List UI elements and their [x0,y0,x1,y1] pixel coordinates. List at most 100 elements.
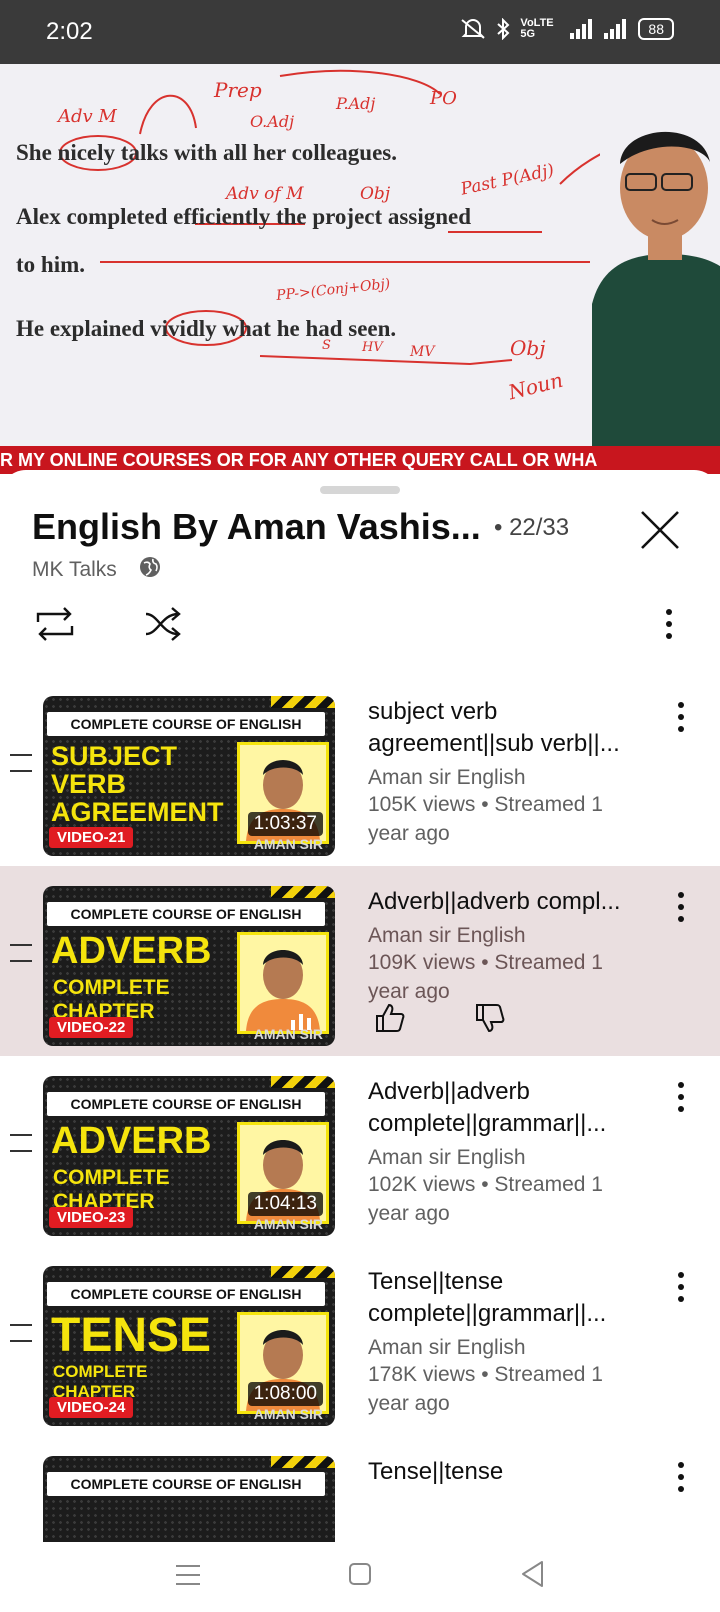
item-menu-icon[interactable] [676,700,686,736]
board-line-1: She nicely talks with all her colleagues… [16,140,397,165]
playlist-item[interactable]: COMPLETE COURSE OF ENGLISH ADVERB COMPLE… [0,1056,720,1246]
annotation: Obj [360,184,391,204]
thumb-topic: ADVERB [51,930,212,972]
bluetooth-icon [497,18,510,40]
hazard-stripe [271,886,335,898]
reorder-handle-icon[interactable] [10,944,32,962]
hazard-stripe [271,1266,335,1278]
playlist-item[interactable]: COMPLETE COURSE OF ENGLISH SUBJECT VERB … [0,676,720,866]
hazard-stripe [271,1076,335,1088]
close-icon[interactable] [638,508,682,552]
annotation: HV [362,340,383,355]
network-label: VoLTE 5G [520,17,554,40]
video-stats: 109K views • Streamed 1 year ago [368,951,603,1003]
video-channel: Aman sir English [368,1336,526,1359]
video-duration: 1:08:00 [247,1382,323,1406]
thumb-banner: COMPLETE COURSE OF ENGLISH [47,712,325,736]
annotation: O.Adj [250,112,295,131]
video-thumbnail[interactable]: COMPLETE COURSE OF ENGLISH [43,1456,335,1542]
thumb-subtitle: COMPLETE CHAPTER [53,1362,148,1401]
mute-icon [461,19,486,39]
presenter-photo [237,932,329,1034]
item-menu-icon[interactable] [676,1460,686,1496]
video-channel: Aman sir English [368,766,526,789]
thumb-banner: COMPLETE COURSE OF ENGLISH [47,1282,325,1306]
item-menu-icon[interactable] [676,1270,686,1306]
video-thumbnail[interactable]: COMPLETE COURSE OF ENGLISH TENSE COMPLET… [43,1266,335,1426]
video-meta: Adverb||adverb compl... Aman sir English… [368,886,648,1006]
board-line-4: He explained vividly what he had seen. [16,316,397,341]
loop-icon[interactable] [32,604,78,644]
battery-indicator: 88 [638,18,674,40]
playlist-item[interactable]: COMPLETE COURSE OF ENGLISH Tense||tense [0,1436,720,1542]
video-stats: 178K views • Streamed 1 year ago [368,1363,603,1415]
video-title[interactable]: Adverb||adverb complete||grammar||... [368,1076,648,1140]
thumb-brand: AMAN SIR [253,1216,323,1232]
board-line-2: Alex completed efficiently the project a… [16,204,472,229]
signal-icon-2 [604,19,627,39]
hazard-stripe [271,1456,335,1468]
thumb-banner: COMPLETE COURSE OF ENGLISH [47,902,325,926]
video-tag: VIDEO-21 [49,827,134,848]
thumb-brand: AMAN SIR [253,1406,323,1422]
playlist-item-current[interactable]: COMPLETE COURSE OF ENGLISH ADVERB COMPLE… [0,866,720,1056]
video-tag: VIDEO-23 [49,1207,134,1228]
recent-apps-icon[interactable] [176,1564,200,1586]
thumb-topic: ADVERB [51,1120,212,1162]
hazard-stripe [271,696,335,708]
video-duration: 1:04:13 [247,1192,323,1216]
video-meta: Adverb||adverb complete||grammar||... Am… [368,1076,648,1228]
thumb-topic: SUBJECT VERB AGREEMENT [51,741,224,827]
playlist-position: • 22/33 [494,514,570,541]
now-playing-icon [291,1014,311,1030]
video-tag: VIDEO-22 [49,1017,134,1038]
video-meta: subject verb agreement||sub verb||... Am… [368,696,648,848]
shuffle-icon[interactable] [144,604,186,644]
video-meta: Tense||tense complete||grammar||... Aman… [368,1266,648,1418]
globe-icon [140,557,160,577]
video-stats: 105K views • Streamed 1 year ago [368,793,603,845]
thumb-brand: AMAN SIR [253,1026,323,1042]
signal-icon-1 [570,19,593,39]
annotation: P.Adj [336,94,376,113]
board-line-3: to him. [16,252,85,277]
video-stats: 102K views • Streamed 1 year ago [368,1173,603,1225]
reorder-handle-icon[interactable] [10,1134,32,1152]
video-tag: VIDEO-24 [49,1397,134,1418]
annotation: PO [430,88,457,109]
drag-handle[interactable] [320,486,400,494]
annotation: Prep [214,78,262,102]
video-thumbnail[interactable]: COMPLETE COURSE OF ENGLISH SUBJECT VERB … [43,696,335,856]
video-duration: 1:03:37 [247,812,323,836]
annotation: Adv of M [226,184,304,204]
back-icon[interactable] [520,1560,544,1588]
video-channel: Aman sir English [368,1146,526,1169]
thumb-banner: COMPLETE COURSE OF ENGLISH [47,1472,325,1496]
thumb-topic: TENSE [51,1309,212,1362]
video-thumbnail[interactable]: COMPLETE COURSE OF ENGLISH ADVERB COMPLE… [43,1076,335,1236]
reorder-handle-icon[interactable] [10,1324,32,1342]
video-thumbnail[interactable]: COMPLETE COURSE OF ENGLISH ADVERB COMPLE… [43,886,335,1046]
video-player[interactable]: She nicely talks with all her colleagues… [0,64,720,474]
thumbs-down-icon[interactable] [474,1002,506,1034]
video-title[interactable]: Tense||tense complete||grammar||... [368,1266,648,1330]
annotation: Adv M [58,106,117,127]
more-options-icon[interactable] [660,606,678,646]
video-title[interactable]: Adverb||adverb compl... [368,886,648,918]
video-meta: Tense||tense [368,1456,648,1488]
reorder-handle-icon[interactable] [10,754,32,772]
video-title[interactable]: Tense||tense [368,1456,648,1488]
item-menu-icon[interactable] [676,890,686,926]
home-icon[interactable] [348,1562,372,1586]
teacher-figure [592,131,720,474]
playlist-item[interactable]: COMPLETE COURSE OF ENGLISH TENSE COMPLET… [0,1246,720,1436]
status-bar: 2:02 VoLTE 5G 88 [0,0,720,64]
system-nav-bar [0,1542,720,1612]
annotation: S [322,338,331,353]
item-menu-icon[interactable] [676,1080,686,1116]
video-title[interactable]: subject verb agreement||sub verb||... [368,696,648,760]
playlist-channel[interactable]: MK Talks [32,558,117,582]
status-time: 2:02 [46,18,93,45]
annotation: Obj [510,336,546,360]
thumbs-up-icon[interactable] [374,1002,406,1034]
